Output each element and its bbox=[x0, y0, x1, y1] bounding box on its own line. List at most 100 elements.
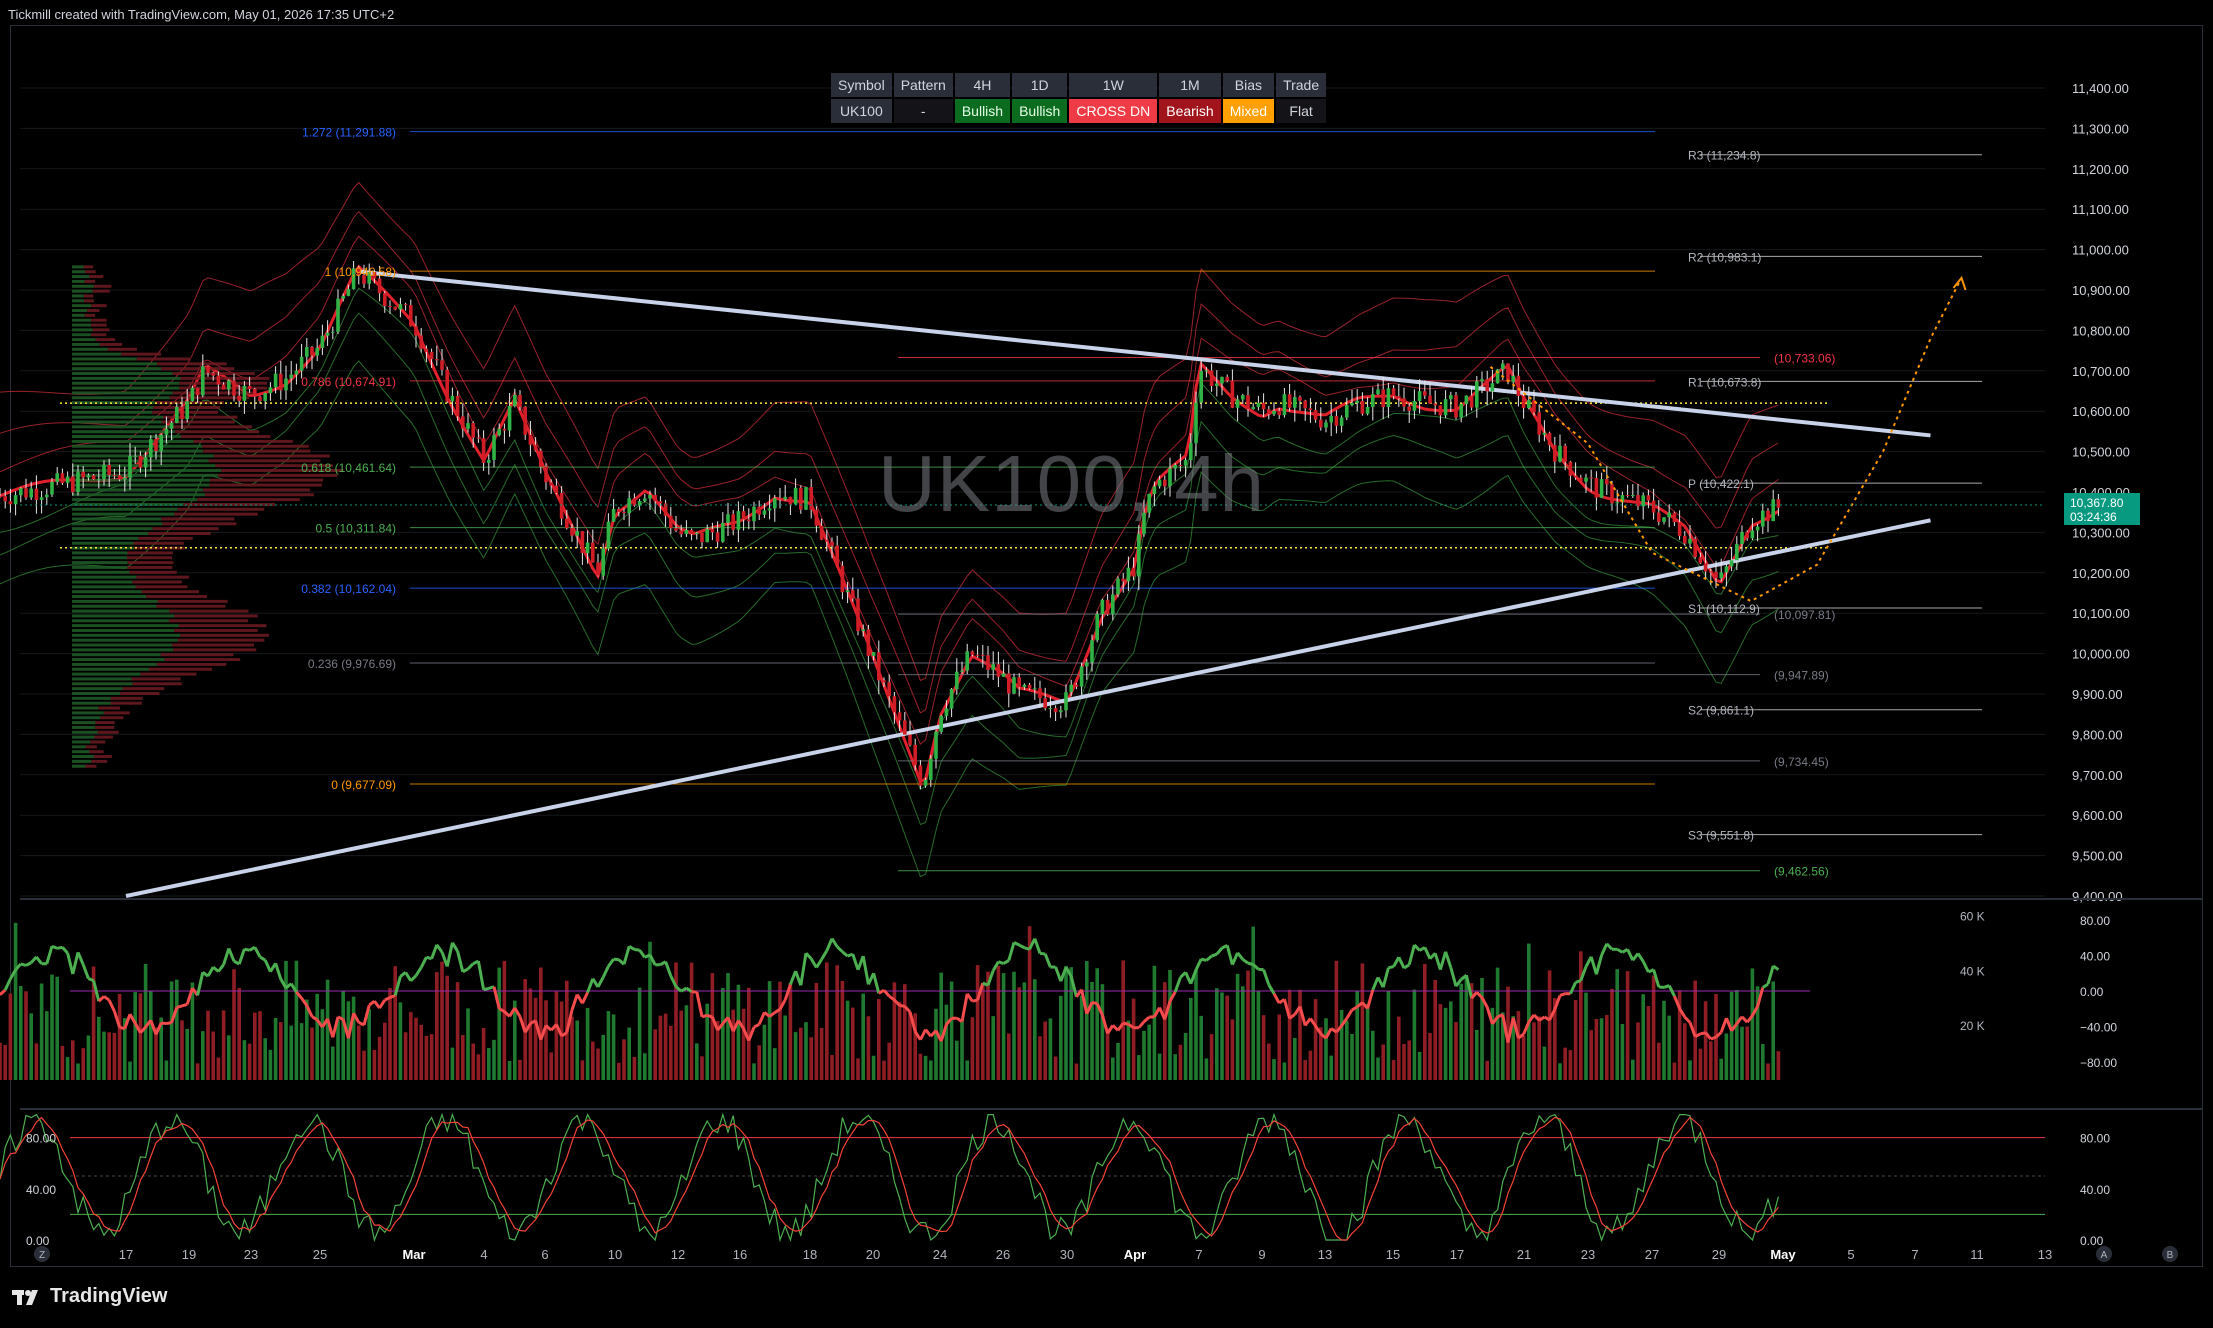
candle-body bbox=[143, 457, 148, 468]
time-axis-label: Apr bbox=[1124, 1247, 1146, 1262]
price-axis-label: 11,000.00 bbox=[2072, 243, 2129, 258]
volume-profile-bar bbox=[72, 687, 123, 691]
footer-brand-text: TradingView bbox=[50, 1285, 168, 1307]
volume-bar bbox=[1350, 1033, 1354, 1080]
candle-body bbox=[689, 529, 694, 534]
volume-bar bbox=[242, 1040, 247, 1080]
volume-profile-bar bbox=[84, 279, 96, 283]
volume-profile-bar bbox=[72, 599, 158, 603]
candle-body bbox=[1371, 394, 1375, 407]
volume-bar bbox=[1376, 1057, 1380, 1080]
volume-bar bbox=[1573, 999, 1578, 1080]
volume-bar bbox=[341, 990, 345, 1080]
candle-body bbox=[622, 511, 626, 514]
oscillator-line bbox=[1137, 1020, 1146, 1029]
volume-profile-bar bbox=[126, 556, 172, 560]
oscillator-line bbox=[103, 995, 111, 1002]
candle-body bbox=[611, 508, 616, 522]
price-axis-label: 10,100.00 bbox=[2072, 606, 2130, 621]
volume-profile-bar bbox=[72, 527, 153, 531]
volume-profile-bar bbox=[202, 444, 309, 448]
pivot-level-label: S2 (9,861.1) bbox=[1688, 704, 1754, 718]
oscillator-line bbox=[97, 995, 106, 1003]
time-axis-layer: 17 19 23 25 Mar 4 6 10 12 16 18 20 24 26 30 Apr 7 9 13 15 17… bbox=[34, 1246, 2178, 1262]
time-axis-label: 7 bbox=[1911, 1247, 1918, 1262]
volume-bar bbox=[1750, 968, 1755, 1080]
volume-profile-bar bbox=[133, 541, 184, 545]
volume-bar bbox=[648, 941, 652, 1080]
oscillator-line bbox=[1444, 951, 1453, 968]
volume-profile-bar bbox=[72, 265, 84, 269]
volume-bar bbox=[471, 1043, 475, 1080]
candle-body bbox=[1443, 399, 1448, 416]
volume-bar bbox=[585, 1007, 590, 1080]
volume-bar bbox=[435, 972, 439, 1080]
time-axis-label: 4 bbox=[480, 1247, 487, 1262]
candle-body bbox=[466, 423, 470, 429]
pivot-level-label: R2 (10,983.1) bbox=[1688, 250, 1761, 264]
price-axis-label: 11,300.00 bbox=[2072, 121, 2129, 136]
volume-bar bbox=[752, 1063, 756, 1080]
volume-bar bbox=[1168, 969, 1172, 1080]
volume-bar bbox=[107, 1032, 111, 1080]
oscillator-line bbox=[1143, 1016, 1151, 1023]
volume-bar bbox=[3, 1045, 7, 1080]
volume-bar bbox=[102, 1031, 106, 1080]
candle-body bbox=[383, 293, 387, 307]
candle-body bbox=[783, 496, 787, 500]
volume-bar bbox=[1485, 1060, 1489, 1080]
footer-brand[interactable]: TradingView bbox=[12, 1285, 167, 1308]
volume-bar bbox=[409, 1012, 413, 1080]
volume-bar bbox=[377, 1036, 382, 1080]
candle-body bbox=[232, 380, 236, 396]
volume-bar bbox=[778, 981, 782, 1080]
volume-bar bbox=[1111, 1057, 1115, 1080]
volume-bar bbox=[1381, 1044, 1385, 1080]
volume-bar bbox=[1407, 1040, 1411, 1080]
volume-profile-bar bbox=[177, 638, 265, 642]
volume-bar bbox=[97, 1016, 101, 1080]
volume-profile-bar bbox=[72, 706, 99, 710]
time-axis-label: 13 bbox=[1318, 1247, 1332, 1262]
candle-body bbox=[934, 731, 938, 759]
oscillator-line bbox=[61, 946, 69, 955]
oscillator-line bbox=[1033, 938, 1042, 954]
candle-body bbox=[1298, 397, 1302, 401]
volume-profile-bar bbox=[131, 677, 181, 681]
candle-body bbox=[721, 522, 725, 542]
candle-body bbox=[1105, 599, 1110, 615]
candle-body bbox=[1090, 640, 1094, 663]
volume-bar bbox=[1235, 973, 1240, 1080]
volume-bar bbox=[1308, 1050, 1313, 1080]
volume-bar bbox=[1563, 1047, 1567, 1080]
candle-body bbox=[211, 372, 215, 376]
candle-body bbox=[1251, 406, 1255, 410]
oscillator-line bbox=[0, 988, 7, 996]
volume-bar bbox=[133, 992, 137, 1080]
volume-bar bbox=[273, 1017, 278, 1080]
time-axis-label: 5 bbox=[1847, 1247, 1854, 1262]
candle-body bbox=[809, 487, 813, 510]
chart-canvas[interactable]: 1.272 (11,291.88) 1 (10,946.58) 0.786 (10,… bbox=[0, 0, 2213, 1328]
volume-bar bbox=[1683, 1023, 1687, 1080]
candle-body bbox=[1407, 406, 1411, 411]
oscillator-line bbox=[419, 956, 428, 969]
oscillator-line bbox=[378, 999, 387, 1009]
oscillator-line bbox=[960, 993, 969, 1022]
volume-profile-bar bbox=[87, 309, 100, 313]
volume-bar bbox=[783, 1015, 787, 1080]
volume-bar bbox=[1215, 988, 1219, 1080]
volume-bar bbox=[466, 1008, 470, 1080]
volume-profile-bar bbox=[72, 270, 86, 274]
price-axis-label: 11,400.00 bbox=[2072, 81, 2129, 96]
price-axis-label: 9,700.00 bbox=[2072, 768, 2123, 783]
volume-profile-bar bbox=[72, 725, 96, 729]
volume-profile-bar bbox=[120, 352, 162, 356]
volume-profile-bar bbox=[157, 599, 228, 603]
candle-body bbox=[981, 654, 985, 656]
volume-profile-bar bbox=[72, 536, 139, 540]
candle-body bbox=[1012, 677, 1016, 694]
volume-bar bbox=[1147, 1024, 1151, 1080]
price-axis-label: 10,600.00 bbox=[2072, 404, 2130, 419]
volume-bar bbox=[315, 993, 319, 1080]
